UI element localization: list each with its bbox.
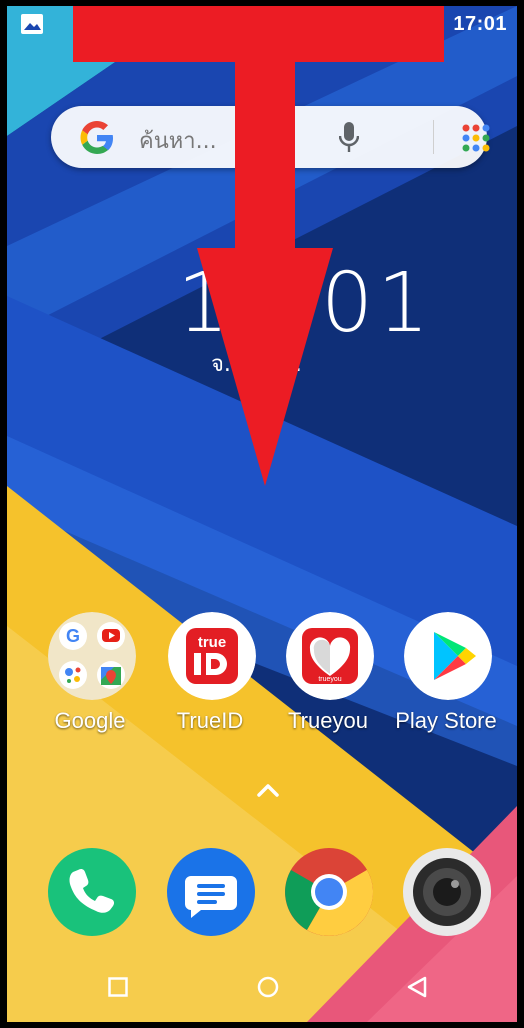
svg-text:true: true [198, 634, 226, 651]
app-label: Google [54, 708, 126, 733]
apps-grid-icon[interactable] [461, 123, 491, 153]
status-time: 17:01 [453, 13, 507, 35]
back-icon[interactable] [407, 976, 427, 998]
svg-text:G: G [66, 626, 80, 646]
play-store-icon [404, 612, 492, 700]
recents-icon[interactable] [108, 977, 128, 997]
gallery-notification-icon [21, 14, 43, 34]
app-label: Play Store [395, 708, 497, 733]
clock-date: จ. 1 ต.ค. [211, 352, 302, 377]
home-screen: 17:01 ค้นหา... 17:01 จ. 1 ต.ค. G Google … [7, 6, 517, 1022]
mic-icon[interactable] [339, 122, 359, 154]
camera-icon[interactable] [403, 848, 491, 936]
navigation-bar [7, 952, 517, 1022]
trueid-icon: true [168, 612, 256, 700]
app-label: Trueyou [288, 708, 368, 733]
clock-time: 17:01 [177, 256, 434, 351]
battery-icon [431, 14, 443, 36]
trueyou-icon: trueyou [286, 612, 374, 700]
home-icon[interactable] [257, 976, 279, 998]
search-divider [433, 120, 434, 154]
messages-icon[interactable] [167, 848, 255, 936]
google-folder-icon: G [48, 612, 136, 700]
app-label: TrueID [176, 708, 244, 733]
phone-icon[interactable] [48, 848, 136, 936]
status-bar: 17:01 [7, 6, 517, 44]
google-g-icon [80, 121, 113, 154]
search-placeholder: ค้นหา... [139, 129, 217, 154]
chevron-up-icon[interactable] [256, 782, 280, 798]
svg-text:trueyou: trueyou [318, 676, 341, 683]
chrome-icon[interactable] [285, 848, 373, 936]
google-search-bar[interactable]: ค้นหา... [51, 106, 490, 168]
